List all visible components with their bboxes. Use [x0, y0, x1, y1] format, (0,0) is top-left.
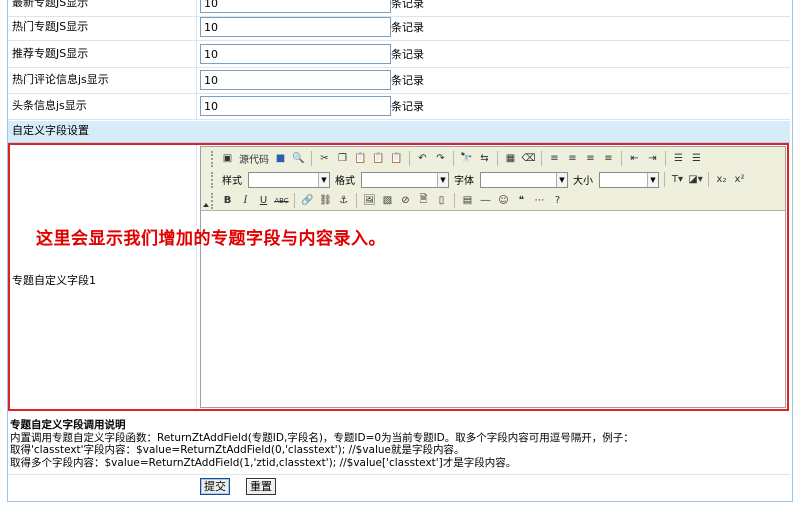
table-icon[interactable]: ▤ — [460, 193, 475, 208]
unlink-icon[interactable]: ⛓ — [318, 193, 333, 208]
bg-color-icon[interactable]: ◪▾ — [688, 172, 703, 187]
cut-icon[interactable]: ✂ — [317, 151, 332, 166]
section-title: 自定义字段设置 — [12, 124, 89, 137]
save-icon[interactable]: ■ — [273, 151, 288, 166]
chevron-down-icon: ▼ — [647, 172, 658, 187]
row-label: 推荐专题JS显示 — [12, 47, 89, 60]
row-unit: 条记录 — [391, 74, 424, 87]
editor-toolbar: ▣ 源代码 ■ 🔍 ✂ ❐ 📋 📋 📋 ↶ ↷ 🔭 ⇆ ▦ ⌫ ≡ ≡ ≡ ≡ — [201, 147, 785, 211]
flash-icon[interactable]: ▧ — [380, 193, 395, 208]
image-icon[interactable]: 🖼 — [362, 193, 377, 208]
paste-text-icon[interactable]: 📋 — [371, 151, 386, 166]
replace-icon[interactable]: ⇆ — [477, 151, 492, 166]
style-label: 样式 — [222, 176, 242, 187]
undo-icon[interactable]: ↶ — [415, 151, 430, 166]
chevron-down-icon: ▼ — [318, 172, 329, 187]
row-label: 热门专题JS显示 — [12, 20, 89, 33]
underline-icon[interactable]: U — [256, 193, 271, 208]
row-hot-js: 热门专题JS显示 条记录 — [8, 14, 790, 41]
preview-icon[interactable]: 🔍 — [291, 151, 306, 166]
row-headline-js: 头条信息js显示 条记录 — [8, 93, 790, 120]
size-select[interactable]: ▼ — [599, 171, 659, 188]
unordered-list-icon[interactable]: ☰ — [689, 151, 704, 166]
anchor-icon[interactable]: ⚓ — [336, 193, 351, 208]
hot-comment-js-input[interactable] — [200, 70, 391, 90]
hot-js-input[interactable] — [200, 17, 391, 37]
file-icon[interactable]: 🗎 — [416, 193, 431, 208]
row-label: 热门评论信息js显示 — [12, 73, 109, 86]
remove-format-icon[interactable]: ⌫ — [521, 151, 536, 166]
latest-js-input[interactable] — [200, 0, 391, 13]
bold-icon[interactable]: B — [220, 193, 235, 208]
row-recommend-js: 推荐专题JS显示 条记录 — [8, 41, 790, 68]
reset-button[interactable]: 重置 — [246, 478, 276, 495]
format-select[interactable]: ▼ — [361, 171, 449, 188]
row-hot-comment-js: 热门评论信息js显示 条记录 — [8, 67, 790, 94]
copy-icon[interactable]: ❐ — [335, 151, 350, 166]
annotation-text: 这里会显示我们增加的专题字段与内容录入。 — [36, 229, 386, 249]
row-unit: 条记录 — [391, 21, 424, 34]
paste-word-icon[interactable]: 📋 — [389, 151, 404, 166]
text-color-icon[interactable]: T▾ — [670, 172, 685, 187]
ordered-list-icon[interactable]: ☰ — [671, 151, 686, 166]
help-line: 取得'classtext'字段内容：$value=ReturnZtAddFiel… — [10, 444, 465, 456]
row-unit: 条记录 — [391, 100, 424, 113]
superscript-icon[interactable]: x² — [732, 172, 747, 187]
help-title: 专题自定义字段调用说明 — [10, 419, 126, 431]
submit-button[interactable]: 提交 — [200, 478, 230, 495]
align-center-icon[interactable]: ≡ — [565, 151, 580, 166]
help-line: 取得多个字段内容：$value=ReturnZtAddField(1,'ztid… — [10, 456, 517, 469]
chevron-down-icon: ▼ — [437, 172, 448, 187]
rich-text-editor[interactable]: ▣ 源代码 ■ 🔍 ✂ ❐ 📋 📋 📋 ↶ ↷ 🔭 ⇆ ▦ ⌫ ≡ ≡ ≡ ≡ — [200, 146, 786, 408]
style-select[interactable]: ▼ — [248, 171, 330, 188]
find-icon[interactable]: 🔭 — [459, 151, 474, 166]
paste-icon[interactable]: 📋 — [353, 151, 368, 166]
horizontal-rule-icon[interactable]: ― — [478, 193, 493, 208]
collapse-toolbar-icon[interactable] — [203, 203, 209, 207]
custom-field-label: 专题自定义字段1 — [12, 274, 96, 287]
redo-icon[interactable]: ↷ — [433, 151, 448, 166]
row-unit: 条记录 — [391, 48, 424, 61]
smiley-icon[interactable]: ☺ — [496, 193, 511, 208]
font-label: 字体 — [454, 176, 474, 187]
indent-icon[interactable]: ⇥ — [645, 151, 660, 166]
special-char-icon[interactable]: ❝ — [514, 193, 529, 208]
format-label: 格式 — [335, 176, 355, 187]
source-button[interactable]: 源代码 — [238, 151, 270, 166]
section-header: 自定义字段设置 — [8, 121, 790, 143]
help-section: 专题自定义字段调用说明 内置调用专题自定义字段函数：ReturnZtAddFie… — [10, 419, 634, 469]
align-right-icon[interactable]: ≡ — [583, 151, 598, 166]
media-icon[interactable]: ⊘ — [398, 193, 413, 208]
help-icon[interactable]: ? — [550, 193, 565, 208]
outdent-icon[interactable]: ⇤ — [627, 151, 642, 166]
help-line: 内置调用专题自定义字段函数：ReturnZtAddField(专题ID,字段名)… — [10, 431, 634, 444]
row-label: 头条信息js显示 — [12, 99, 87, 112]
source-icon[interactable]: ▣ — [220, 151, 235, 166]
new-page-icon[interactable]: ▯ — [434, 193, 449, 208]
font-select[interactable]: ▼ — [480, 171, 568, 188]
italic-icon[interactable]: I — [238, 193, 253, 208]
size-label: 大小 — [573, 176, 593, 187]
align-justify-icon[interactable]: ≡ — [601, 151, 616, 166]
page-break-icon[interactable]: ⋯ — [532, 193, 547, 208]
chevron-down-icon: ▼ — [556, 172, 567, 187]
strike-icon[interactable]: ABC — [274, 193, 289, 208]
recommend-js-input[interactable] — [200, 44, 391, 64]
select-all-icon[interactable]: ▦ — [503, 151, 518, 166]
headline-js-input[interactable] — [200, 96, 391, 116]
subscript-icon[interactable]: x₂ — [714, 172, 729, 187]
align-left-icon[interactable]: ≡ — [547, 151, 562, 166]
link-icon[interactable]: 🔗 — [300, 193, 315, 208]
